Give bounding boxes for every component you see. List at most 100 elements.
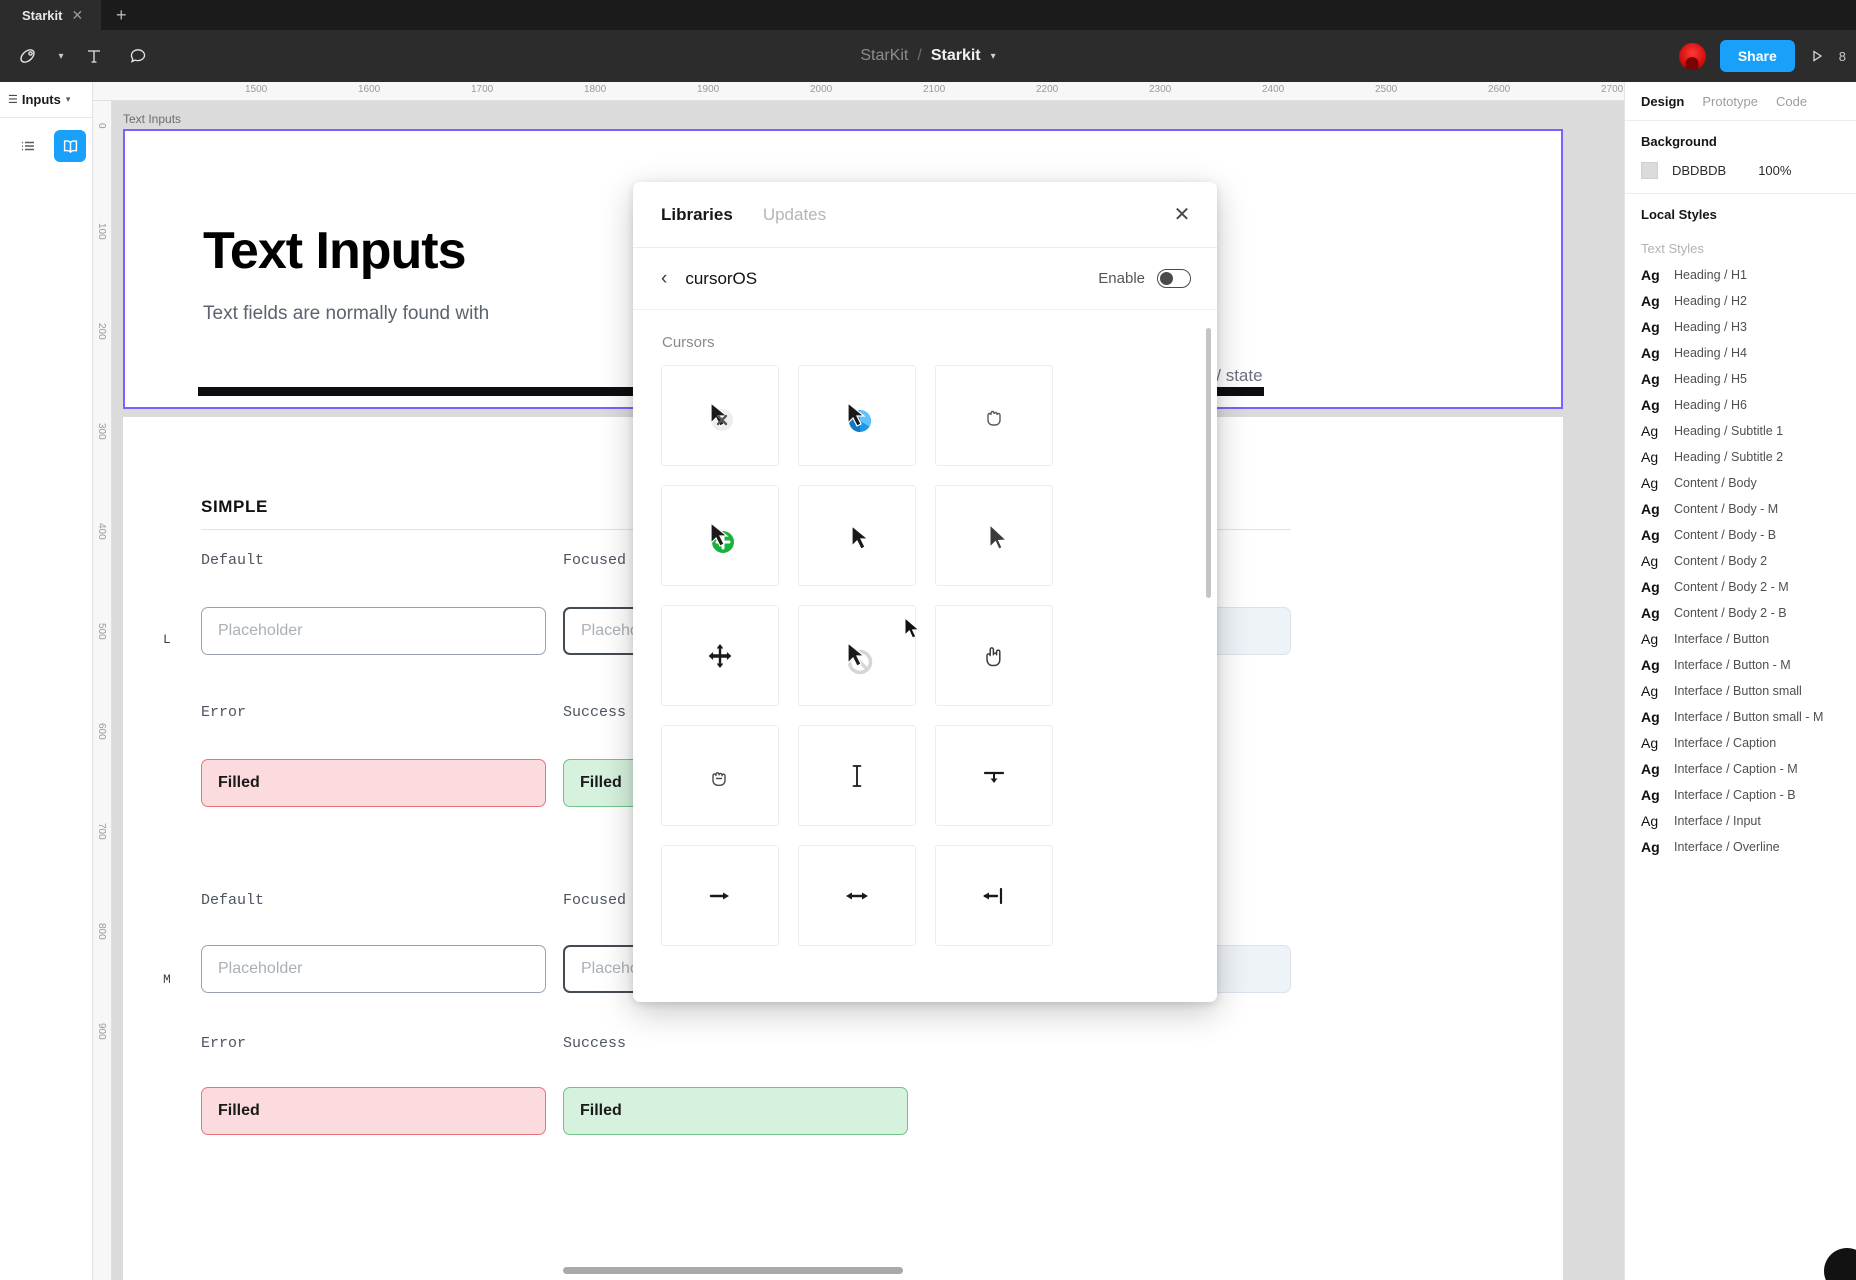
cursor-no-drop-icon[interactable] xyxy=(798,605,916,706)
list-item[interactable]: AgHeading / H4 xyxy=(1625,340,1856,366)
ag-preview: Ag xyxy=(1641,631,1663,647)
cursor-arrow-icon[interactable] xyxy=(798,485,916,586)
list-item[interactable]: AgContent / Body xyxy=(1625,470,1856,496)
list-item[interactable]: AgHeading / H5 xyxy=(1625,366,1856,392)
input-default-m[interactable]: Placeholder xyxy=(201,945,546,993)
play-icon[interactable] xyxy=(1809,48,1825,64)
list-item[interactable]: AgHeading / H1 xyxy=(1625,262,1856,288)
close-icon[interactable]: ✕ xyxy=(1169,202,1195,228)
text-styles-title: Text Styles xyxy=(1625,226,1856,262)
list-item[interactable]: AgInterface / Button - M xyxy=(1625,652,1856,678)
list-item[interactable]: AgInterface / Overline xyxy=(1625,834,1856,860)
list-item[interactable]: AgHeading / Subtitle 1 xyxy=(1625,418,1856,444)
cursor-busy-loading-icon[interactable] xyxy=(798,365,916,466)
layers-list-icon[interactable] xyxy=(12,130,44,162)
toggle-off-icon[interactable] xyxy=(1157,269,1191,288)
list-item[interactable]: AgInterface / Caption xyxy=(1625,730,1856,756)
list-item[interactable]: AgContent / Body - M xyxy=(1625,496,1856,522)
corner-decoration xyxy=(1824,1248,1856,1280)
background-hex[interactable]: DBDBDB xyxy=(1672,163,1726,178)
cursor-grab-open-hand-icon[interactable] xyxy=(935,605,1053,706)
chevron-down-icon[interactable]: ▾ xyxy=(52,36,70,76)
ruler-tick: 300 xyxy=(96,423,107,440)
comment-icon[interactable] xyxy=(118,36,158,76)
list-item[interactable]: AgInterface / Button small - M xyxy=(1625,704,1856,730)
breadcrumb-project[interactable]: StarKit xyxy=(860,47,908,65)
list-item[interactable]: AgHeading / H3 xyxy=(1625,314,1856,340)
list-item[interactable]: AgContent / Body 2 xyxy=(1625,548,1856,574)
list-item[interactable]: AgContent / Body 2 - M xyxy=(1625,574,1856,600)
book-assets-icon[interactable] xyxy=(54,130,86,162)
text-tool-icon[interactable] xyxy=(74,36,114,76)
tab-prototype[interactable]: Prototype xyxy=(1702,94,1758,109)
field-label-default-m: Default xyxy=(201,892,264,909)
field-label-default-l: Default xyxy=(201,552,264,569)
libraries-modal[interactable]: Libraries Updates ✕ ‹ cursorOS Enable Cu… xyxy=(633,182,1217,1002)
background-opacity[interactable]: 100% xyxy=(1758,163,1791,178)
zoom-level[interactable]: 8 xyxy=(1839,49,1846,64)
breadcrumb: StarKit / Starkit ▾ xyxy=(0,30,1856,82)
tab-code[interactable]: Code xyxy=(1776,94,1807,109)
style-name: Content / Body 2 - M xyxy=(1674,580,1789,594)
tab-updates[interactable]: Updates xyxy=(763,205,826,225)
chevron-down-icon[interactable]: ▾ xyxy=(991,51,996,62)
chevron-left-icon[interactable]: ‹ xyxy=(661,268,667,290)
ag-preview: Ag xyxy=(1641,787,1663,803)
cursor-arrow-thin-icon[interactable] xyxy=(935,485,1053,586)
list-item[interactable]: AgInterface / Caption - M xyxy=(1625,756,1856,782)
text-styles-list: AgHeading / H1 AgHeading / H2 AgHeading … xyxy=(1625,262,1856,860)
list-item[interactable]: AgHeading / H6 xyxy=(1625,392,1856,418)
background-title: Background xyxy=(1641,134,1840,149)
ag-preview: Ag xyxy=(1641,683,1663,699)
breadcrumb-file[interactable]: Starkit xyxy=(931,47,981,65)
plus-icon[interactable]: + xyxy=(101,0,141,30)
color-swatch[interactable] xyxy=(1641,162,1658,179)
list-item[interactable]: AgContent / Body 2 - B xyxy=(1625,600,1856,626)
list-item[interactable]: AgContent / Body - B xyxy=(1625,522,1856,548)
cursor-resize-horizontal-icon[interactable] xyxy=(798,845,916,946)
frame-label[interactable]: Text Inputs xyxy=(123,112,181,126)
cursor-arrow-right-icon[interactable] xyxy=(661,845,779,946)
style-name: Heading / H1 xyxy=(1674,268,1747,282)
cursor-grabbing-hand-icon[interactable] xyxy=(661,725,779,826)
left-panel-header[interactable]: ☰ Inputs ▾ xyxy=(0,82,92,118)
cursor-text-ibeam-icon[interactable] xyxy=(798,725,916,826)
share-button[interactable]: Share xyxy=(1720,40,1795,72)
right-panel: Design Prototype Code Background DBDBDB … xyxy=(1624,82,1856,1280)
style-name: Heading / Subtitle 1 xyxy=(1674,424,1783,438)
input-error-l[interactable]: Filled xyxy=(201,759,546,807)
close-icon[interactable]: ✕ xyxy=(71,8,83,22)
cursor-copy-add-icon[interactable] xyxy=(661,485,779,586)
cursor-move-icon[interactable] xyxy=(661,605,779,706)
cursor-resize-edge-icon[interactable] xyxy=(935,845,1053,946)
input-default-l[interactable]: Placeholder xyxy=(201,607,546,655)
design-canvas[interactable]: 1500 1600 1700 1800 1900 2000 2100 2200 … xyxy=(93,82,1624,1280)
list-item[interactable]: AgHeading / H2 xyxy=(1625,288,1856,314)
modal-scrollbar[interactable] xyxy=(1206,328,1211,598)
chevron-down-icon[interactable]: ▾ xyxy=(66,94,71,105)
cursor-grab-small-icon[interactable] xyxy=(935,365,1053,466)
top-toolbar: ▾ StarKit / Starkit ▾ Share xyxy=(0,30,1856,82)
list-item[interactable]: AgHeading / Subtitle 2 xyxy=(1625,444,1856,470)
toolbar-left-group: ▾ xyxy=(0,36,158,76)
figma-menu-icon[interactable] xyxy=(8,36,48,76)
cursor-resize-row-icon[interactable] xyxy=(935,725,1053,826)
group-title-cursors: Cursors xyxy=(662,334,1189,351)
cursor-unavailable-icon[interactable] xyxy=(661,365,779,466)
ruler-tick: 200 xyxy=(96,323,107,340)
input-error-m[interactable]: Filled xyxy=(201,1087,546,1135)
avatar[interactable] xyxy=(1679,43,1706,70)
tab-design[interactable]: Design xyxy=(1641,94,1684,109)
horizontal-scrollbar[interactable] xyxy=(563,1267,903,1274)
right-panel-tabs: Design Prototype Code xyxy=(1625,82,1856,121)
tab-libraries[interactable]: Libraries xyxy=(661,205,733,225)
ag-preview: Ag xyxy=(1641,839,1663,855)
file-tab[interactable]: Starkit ✕ xyxy=(0,0,101,30)
background-row[interactable]: DBDBDB 100% xyxy=(1641,162,1840,179)
input-success-m[interactable]: Filled xyxy=(563,1087,908,1135)
list-item[interactable]: AgInterface / Caption - B xyxy=(1625,782,1856,808)
list-item[interactable]: AgInterface / Button xyxy=(1625,626,1856,652)
ag-preview: Ag xyxy=(1641,371,1663,387)
list-item[interactable]: AgInterface / Input xyxy=(1625,808,1856,834)
list-item[interactable]: AgInterface / Button small xyxy=(1625,678,1856,704)
